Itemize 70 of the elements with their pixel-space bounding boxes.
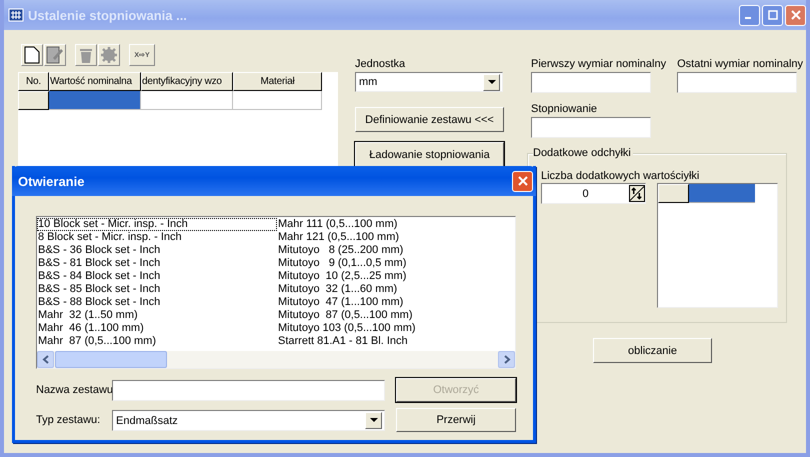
field-label: Ostatni wymiar nominalny xyxy=(677,57,804,71)
list-item[interactable]: B&S - 36 Block set - Inch xyxy=(37,244,277,257)
list-item[interactable]: Mitutoyo 10 (2,5...25 mm) xyxy=(277,270,515,283)
list-item[interactable]: Mitutoyo 8 (25..200 mm) xyxy=(277,244,515,257)
count-spinner[interactable]: 0 xyxy=(541,183,646,204)
list-item[interactable]: B&S - 81 Block set - Inch xyxy=(37,257,277,270)
count-label: Liczba dodatkowych wartościyłki xyxy=(541,169,700,183)
field-label: Stopniowanie xyxy=(531,102,598,116)
close-button[interactable] xyxy=(785,4,806,26)
set-type-label: Typ zestawu: xyxy=(36,414,102,426)
trash-icon xyxy=(79,46,93,64)
table-cell[interactable] xyxy=(49,91,141,110)
close-icon xyxy=(790,10,800,20)
field-label: Pierwszy wymiar nominalny xyxy=(531,57,666,71)
scroll-right-icon[interactable] xyxy=(498,351,515,368)
list-item[interactable]: Mitutoyo 32 (1...60 mm) xyxy=(277,283,515,296)
table-cell[interactable] xyxy=(141,91,233,110)
list-item[interactable]: Mahr 121 (0,5...100 mm) xyxy=(277,231,515,244)
dialog-title: Otwieranie xyxy=(18,174,86,188)
input-field[interactable] xyxy=(531,117,651,138)
scroll-thumb[interactable] xyxy=(55,351,167,368)
row-header[interactable] xyxy=(658,184,689,203)
row-header[interactable] xyxy=(18,91,49,110)
edit-icon xyxy=(46,46,64,64)
column-header[interactable]: No. xyxy=(18,72,49,91)
maximize-button[interactable] xyxy=(762,4,783,26)
list-item[interactable]: Mitutoyo 87 (0,5...100 mm) xyxy=(277,309,515,322)
maximize-icon xyxy=(768,10,778,20)
close-button[interactable] xyxy=(512,170,533,192)
cancel-button[interactable]: Przerwij xyxy=(396,408,516,432)
scroll-left-icon[interactable] xyxy=(37,351,54,368)
set-type-dropdown[interactable]: Endmaßsatz xyxy=(112,410,385,431)
input-field[interactable] xyxy=(531,72,651,93)
column-header[interactable]: dentyfikacyjny wzo xyxy=(141,72,233,91)
minimize-button[interactable] xyxy=(739,4,760,26)
list-item[interactable]: B&S - 85 Block set - Inch xyxy=(37,283,277,296)
list-item[interactable]: Mahr 32 (1..50 mm) xyxy=(37,309,277,322)
list-item[interactable]: B&S - 88 Block set - Inch xyxy=(37,296,277,309)
list-item[interactable]: Mitutoyo 9 (0,1...0,5 mm) xyxy=(277,257,515,270)
list-item[interactable]: Mahr 111 (0,5...100 mm) xyxy=(277,218,515,231)
list-item[interactable]: Mahr 87 (0,5...100 mm) xyxy=(37,335,277,348)
list-item[interactable]: Mitutoyo 47 (1...100 mm) xyxy=(277,296,515,309)
close-icon xyxy=(518,176,528,186)
list-item[interactable]: Mahr 46 (1..100 mm) xyxy=(37,322,277,335)
set-name-field[interactable] xyxy=(112,380,385,400)
app-icon xyxy=(8,7,24,23)
unit-label: Jednostka xyxy=(355,57,406,71)
spin-arrows-icon xyxy=(629,185,645,202)
column-header[interactable]: Wartość nominalna xyxy=(49,72,141,91)
input-field[interactable] xyxy=(677,72,798,93)
list-item[interactable]: Starrett 81.A1 - 81 Bl. Inch xyxy=(277,335,515,348)
list-item[interactable]: Mitutoyo 103 (0,5...100 mm) xyxy=(277,322,515,335)
minimize-icon xyxy=(745,17,751,19)
column-header[interactable]: Materiał xyxy=(233,72,322,91)
list-item[interactable]: B&S - 84 Block set - Inch xyxy=(37,270,277,283)
table-cell[interactable] xyxy=(689,184,755,203)
load-grading-button[interactable]: Ładowanie stopniowania xyxy=(355,142,504,167)
calculate-button[interactable]: obliczanie xyxy=(593,338,712,363)
group-title: Dodatkowe odchyłki xyxy=(533,147,633,160)
new-button[interactable] xyxy=(21,44,43,66)
list-item[interactable]: 8 Block set - Micr. insp. - Inch xyxy=(37,231,277,244)
horizontal-scrollbar[interactable] xyxy=(37,351,515,368)
define-set-button[interactable]: Definiowanie zestawu <<< xyxy=(355,107,504,132)
list-item[interactable]: 10 Block set - Micr. insp. - Inch xyxy=(37,218,277,231)
table-cell[interactable] xyxy=(233,91,322,110)
gear-icon xyxy=(100,46,118,64)
document-icon xyxy=(24,46,40,64)
window-title: Ustalenie stopniowania ... xyxy=(28,8,188,22)
set-name-label: Nazwa zestawu xyxy=(36,384,112,396)
unit-dropdown[interactable]: mm xyxy=(355,72,503,92)
